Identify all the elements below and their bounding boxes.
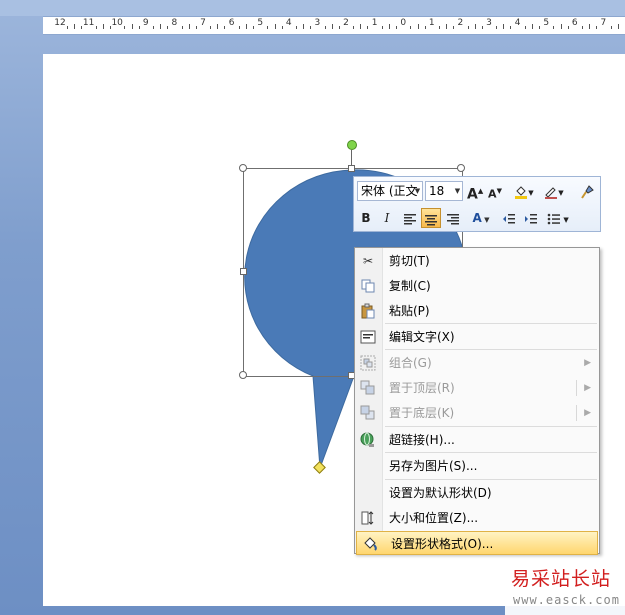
- submenu-divider: [576, 405, 577, 421]
- context-menu: ✂ 剪切(T) 复制(C) 粘贴(P) 编辑文字(X) 组合(G) ▶ 置于顶层…: [354, 247, 600, 555]
- watermark-title: 易采站长站: [511, 568, 612, 590]
- menu-item-label: 超链接(H)...: [389, 433, 455, 447]
- menu-item-hyperlink[interactable]: 超链接(H)...: [355, 428, 599, 452]
- paint-bucket-icon: [515, 185, 528, 199]
- menu-item-send-to-back[interactable]: 置于底层(K) ▶: [355, 401, 599, 425]
- chevron-down-icon[interactable]: ▼: [453, 182, 462, 200]
- menu-item-set-default-shape[interactable]: 设置为默认形状(D): [355, 481, 599, 505]
- menu-item-group[interactable]: 组合(G) ▶: [355, 351, 599, 375]
- chevron-right-icon: ▶: [584, 358, 591, 368]
- resize-handle-top-right[interactable]: [457, 164, 465, 172]
- watermark-url: www.easck.com: [513, 593, 620, 607]
- align-left-button[interactable]: [401, 208, 419, 228]
- grow-font-button[interactable]: A▲: [467, 181, 483, 203]
- resize-handle-top-left[interactable]: [239, 164, 247, 172]
- font-size-select[interactable]: 18 ▼: [425, 181, 463, 201]
- group-icon: [360, 355, 376, 371]
- bold-button[interactable]: B: [358, 208, 374, 228]
- menu-item-bring-to-front[interactable]: 置于顶层(R) ▶: [355, 376, 599, 400]
- font-color-icon: A: [472, 211, 482, 225]
- menu-item-paste[interactable]: 粘贴(P): [355, 299, 599, 323]
- hyperlink-icon: [360, 432, 376, 448]
- chevron-down-icon[interactable]: ▼: [413, 182, 422, 200]
- italic-button[interactable]: I: [379, 208, 395, 228]
- chevron-right-icon[interactable]: ▶: [584, 376, 591, 400]
- menu-item-label: 大小和位置(Z)...: [389, 511, 479, 525]
- fill-color-button[interactable]: ▼: [511, 181, 537, 201]
- chevron-right-icon[interactable]: ▶: [584, 401, 591, 425]
- edit-text-icon: [360, 329, 376, 345]
- bullets-icon: [547, 213, 561, 224]
- size-position-icon: [360, 510, 376, 526]
- increase-indent-button[interactable]: [522, 208, 540, 228]
- menu-item-label: 组合(G): [389, 356, 432, 370]
- menu-item-label: 置于顶层(R): [389, 381, 455, 395]
- shrink-font-button[interactable]: A▼: [487, 181, 503, 201]
- bold-icon: B: [361, 211, 371, 225]
- menu-item-label: 剪切(T): [389, 254, 430, 268]
- mini-toolbar: 宋体 (正文 ▼ 18 ▼ A▲ A▼ ▼ ▼ B I A ▼ ▼: [353, 176, 601, 232]
- outdent-icon: [503, 213, 515, 223]
- menu-separator: [385, 349, 597, 350]
- line-color-button[interactable]: ▼: [541, 181, 567, 201]
- resize-handle-bottom-left[interactable]: [239, 371, 247, 379]
- menu-item-label: 设置为默认形状(D): [389, 486, 492, 500]
- format-shape-icon: [362, 536, 378, 552]
- rotation-handle[interactable]: [347, 140, 357, 150]
- indent-icon: [525, 213, 537, 223]
- format-painter-button[interactable]: [578, 181, 596, 201]
- resize-handle-left[interactable]: [240, 268, 247, 275]
- menu-item-label: 粘贴(P): [389, 304, 430, 318]
- submenu-divider: [576, 380, 577, 396]
- menu-item-label: 置于底层(K): [389, 406, 455, 420]
- align-right-icon: [447, 213, 459, 224]
- pen-icon: [545, 186, 558, 199]
- menu-item-copy[interactable]: 复制(C): [355, 274, 599, 298]
- italic-icon: I: [384, 211, 390, 225]
- menu-item-cut[interactable]: ✂ 剪切(T): [355, 249, 599, 273]
- bring-front-icon: [360, 380, 376, 396]
- grow-font-icon: A: [467, 186, 478, 203]
- menu-item-size-and-position[interactable]: 大小和位置(Z)...: [355, 506, 599, 530]
- watermark: 易采站长站 www.easck.com: [505, 562, 625, 615]
- menu-item-label: 复制(C): [389, 279, 431, 293]
- shrink-font-icon: A: [488, 187, 497, 201]
- menu-item-label: 另存为图片(S)...: [389, 459, 478, 473]
- send-back-icon: [360, 405, 376, 421]
- menu-item-label: 编辑文字(X): [389, 330, 455, 344]
- bullets-button[interactable]: ▼: [544, 208, 572, 228]
- scissors-icon: ✂: [362, 254, 374, 268]
- menu-item-format-shape[interactable]: 设置形状格式(O)...: [356, 531, 598, 555]
- align-left-icon: [404, 213, 416, 224]
- menu-item-save-as-picture[interactable]: 另存为图片(S)...: [355, 454, 599, 478]
- menu-item-label: 设置形状格式(O)...: [391, 537, 494, 551]
- menu-separator: [385, 426, 597, 427]
- menu-separator: [385, 452, 597, 453]
- font-size-value: 18: [429, 184, 445, 198]
- menu-separator: [385, 323, 597, 324]
- brush-icon: [581, 184, 594, 199]
- paste-icon: [360, 303, 376, 319]
- menu-separator: [385, 479, 597, 480]
- decrease-indent-button[interactable]: [500, 208, 518, 228]
- font-color-button[interactable]: A ▼: [468, 208, 494, 228]
- font-name-select[interactable]: 宋体 (正文 ▼: [357, 181, 423, 201]
- resize-handle-top[interactable]: [348, 165, 355, 172]
- align-center-button[interactable]: [421, 208, 441, 228]
- align-center-icon: [425, 214, 437, 225]
- menu-item-edit-text[interactable]: 编辑文字(X): [355, 325, 599, 349]
- copy-icon: [360, 278, 376, 294]
- align-right-button[interactable]: [444, 208, 462, 228]
- font-name-value: 宋体 (正文: [361, 184, 418, 198]
